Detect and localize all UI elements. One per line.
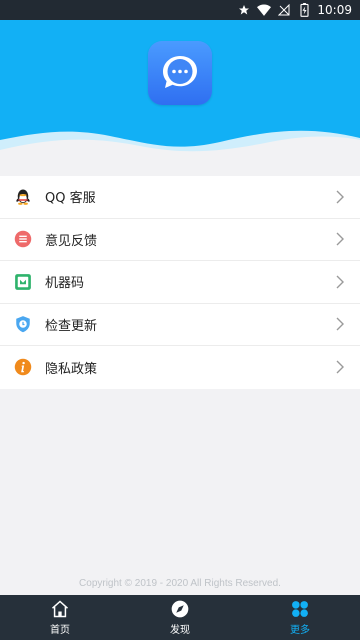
chevron-right-icon xyxy=(336,360,346,374)
machine-code-icon xyxy=(14,273,32,291)
chat-bubble-icon xyxy=(163,56,197,88)
menu-item-label: QQ 客服 xyxy=(45,191,96,207)
header-banner xyxy=(0,20,360,166)
status-time: 10:09 xyxy=(317,3,352,17)
tab-label: 首页 xyxy=(50,625,70,636)
status-bar: 10:09 xyxy=(0,0,360,20)
settings-menu: QQ 客服 意见反馈 机器码 检查更新 隐私政策 xyxy=(0,176,360,389)
header-wave xyxy=(0,130,360,166)
menu-item-qq-support[interactable]: QQ 客服 xyxy=(0,176,360,219)
wifi-icon xyxy=(257,3,272,17)
chevron-right-icon xyxy=(336,232,346,246)
chevron-right-icon xyxy=(336,317,346,331)
battery-charging-icon xyxy=(297,3,311,17)
tab-home[interactable]: 首页 xyxy=(0,595,120,640)
menu-item-check-update[interactable]: 检查更新 xyxy=(0,304,360,346)
menu-item-label: 隐私政策 xyxy=(45,361,98,377)
menu-item-label: 机器码 xyxy=(45,276,85,292)
info-icon xyxy=(14,358,32,376)
chevron-right-icon xyxy=(336,190,346,204)
menu-item-machine-code[interactable]: 机器码 xyxy=(0,261,360,304)
star-icon xyxy=(237,3,251,17)
more-grid-icon xyxy=(290,599,310,619)
tab-more[interactable]: 更多 xyxy=(240,595,360,640)
tab-discover[interactable]: 发现 xyxy=(120,595,240,640)
signal-off-icon xyxy=(277,3,291,17)
feedback-list-icon xyxy=(14,230,32,248)
copyright-text: Copyright © 2019 - 2020 All Rights Reser… xyxy=(79,578,281,589)
menu-item-privacy-policy[interactable]: 隐私政策 xyxy=(0,346,360,389)
compass-icon xyxy=(170,599,190,619)
chevron-right-icon xyxy=(336,275,346,289)
bottom-tab-bar: 首页 发现 更多 xyxy=(0,595,360,640)
home-icon xyxy=(50,599,70,619)
menu-item-label: 意见反馈 xyxy=(45,233,98,249)
tab-label: 更多 xyxy=(290,625,310,636)
qq-penguin-icon xyxy=(14,188,32,206)
app-logo xyxy=(148,41,212,105)
menu-item-feedback[interactable]: 意见反馈 xyxy=(0,219,360,261)
menu-item-label: 检查更新 xyxy=(45,318,98,334)
tab-label: 发现 xyxy=(170,625,190,636)
shield-update-icon xyxy=(14,315,32,333)
